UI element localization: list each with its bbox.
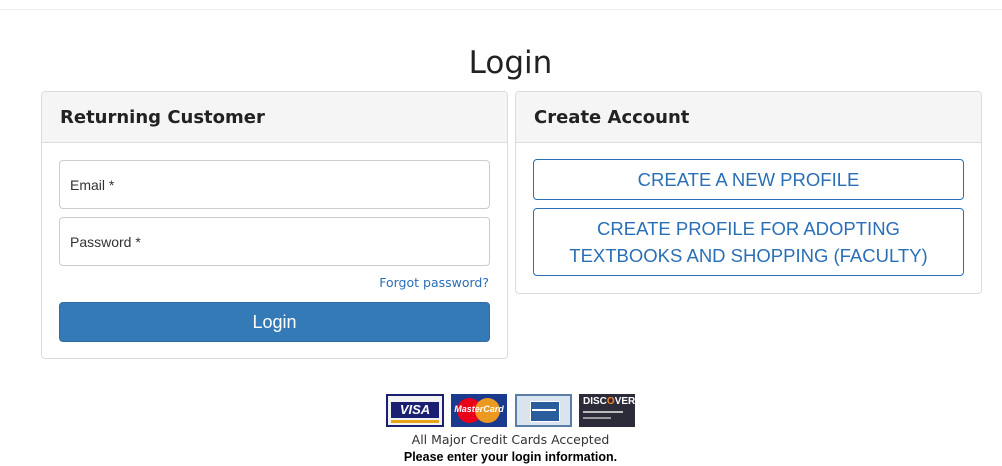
amex-line: [532, 409, 556, 411]
create-account-heading: Create Account: [516, 92, 981, 143]
returning-customer-panel: Returning Customer Email * Password * Fo…: [41, 91, 508, 359]
forgot-password-link[interactable]: Forgot password?: [379, 275, 489, 290]
page-title: Login: [468, 45, 553, 81]
email-placeholder: Email *: [70, 176, 115, 193]
visa-stripe: [391, 420, 439, 423]
discover-label-part-2: O: [606, 396, 615, 407]
discover-bar: [583, 411, 623, 413]
create-faculty-profile-button[interactable]: CREATE PROFILE FOR ADOPTING TEXTBOOKS AN…: [533, 208, 964, 276]
mastercard-card-icon: MasterCard: [451, 394, 507, 427]
discover-label: DISCOVER: [583, 396, 635, 407]
returning-customer-heading: Returning Customer: [42, 92, 507, 143]
discover-label-part-3: VER: [614, 396, 635, 407]
discover-bar-2: [583, 417, 611, 419]
password-field[interactable]: Password *: [59, 217, 490, 266]
email-field[interactable]: Email *: [59, 160, 490, 209]
visa-card-icon: VISA: [386, 394, 444, 427]
login-button[interactable]: Login: [59, 302, 490, 342]
create-account-panel: Create Account CREATE A NEW PROFILE CREA…: [515, 91, 982, 294]
top-divider: [0, 9, 1002, 10]
amex-box: [530, 401, 560, 422]
login-instruction: Please enter your login information.: [403, 450, 618, 464]
cards-accepted-caption: All Major Credit Cards Accepted: [411, 432, 610, 447]
discover-card-icon: DISCOVER: [579, 394, 635, 427]
create-new-profile-button[interactable]: CREATE A NEW PROFILE: [533, 159, 964, 200]
credit-card-logos: VISA MasterCard DISCOVER: [386, 394, 636, 428]
mastercard-label: MasterCard: [454, 404, 504, 414]
american-express-card-icon: [515, 394, 572, 427]
discover-label-part-1: DISC: [583, 396, 607, 407]
password-placeholder: Password *: [70, 233, 141, 250]
visa-label: VISA: [391, 402, 439, 418]
